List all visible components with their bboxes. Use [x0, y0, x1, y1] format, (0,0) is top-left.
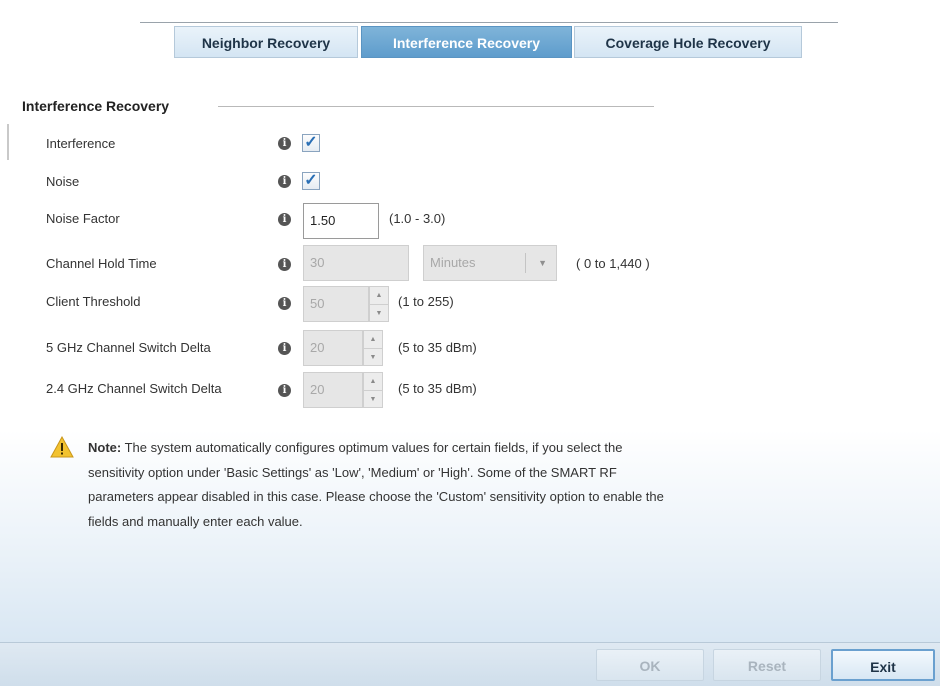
ghz5-delta-range: (5 to 35 dBm)	[398, 340, 477, 355]
chevron-down-icon: ▼	[538, 258, 547, 268]
info-icon[interactable]: i	[278, 258, 291, 271]
ghz24-delta-label: 2.4 GHz Channel Switch Delta	[46, 381, 222, 396]
ghz5-delta-label: 5 GHz Channel Switch Delta	[46, 340, 211, 355]
noise-factor-range: (1.0 - 3.0)	[389, 211, 446, 226]
channel-hold-time-range: ( 0 to 1,440 )	[576, 256, 650, 271]
info-icon[interactable]: i	[278, 137, 291, 150]
section-title: Interference Recovery	[22, 98, 170, 114]
noise-factor-label: Noise Factor	[46, 211, 120, 226]
channel-hold-time-unit-select[interactable]: Minutes ▼	[423, 245, 557, 281]
note-prefix: Note:	[88, 440, 122, 455]
info-icon[interactable]: i	[278, 342, 291, 355]
stepper-down-icon[interactable]: ▼	[370, 305, 388, 322]
ok-button[interactable]: OK	[596, 649, 704, 681]
stepper-down-icon[interactable]: ▼	[364, 349, 382, 366]
section-divider	[218, 106, 654, 107]
channel-hold-time-label: Channel Hold Time	[46, 256, 157, 271]
warning-icon	[50, 436, 74, 458]
stepper-up-icon[interactable]: ▲	[370, 287, 388, 305]
stepper-down-icon[interactable]: ▼	[364, 391, 382, 408]
tab-bar-rule	[140, 22, 838, 23]
client-threshold-stepper[interactable]: ▲ ▼	[369, 286, 389, 322]
noise-label: Noise	[46, 174, 80, 189]
stepper-up-icon[interactable]: ▲	[364, 373, 382, 391]
tab-neighbor-recovery[interactable]: Neighbor Recovery	[174, 26, 358, 58]
ghz24-delta-input[interactable]: 20	[303, 372, 363, 408]
stepper-up-icon[interactable]: ▲	[364, 331, 382, 349]
interference-label: Interference	[46, 136, 116, 151]
ghz5-delta-input[interactable]: 20	[303, 330, 363, 366]
info-icon[interactable]: i	[278, 213, 291, 226]
info-icon[interactable]: i	[278, 384, 291, 397]
note-body: The system automatically configures opti…	[88, 440, 664, 529]
note-text: Note: The system automatically configure…	[88, 436, 668, 534]
channel-hold-time-input[interactable]: 30	[303, 245, 409, 281]
client-threshold-label: Client Threshold	[46, 294, 141, 309]
select-separator	[525, 253, 526, 273]
unit-select-value: Minutes	[430, 255, 476, 270]
left-edge-marker	[7, 124, 9, 160]
tab-interference-recovery[interactable]: Interference Recovery	[361, 26, 572, 58]
info-icon[interactable]: i	[278, 175, 291, 188]
noise-checkbox[interactable]: ✓	[302, 172, 320, 190]
client-threshold-range: (1 to 255)	[398, 294, 454, 309]
info-icon[interactable]: i	[278, 297, 291, 310]
exit-button[interactable]: Exit	[831, 649, 935, 681]
tab-coverage-hole-recovery[interactable]: Coverage Hole Recovery	[574, 26, 802, 58]
noise-factor-input[interactable]: 1.50	[303, 203, 379, 239]
ghz24-delta-stepper[interactable]: ▲ ▼	[363, 372, 383, 408]
interference-checkbox[interactable]: ✓	[302, 134, 320, 152]
reset-button[interactable]: Reset	[713, 649, 821, 681]
ghz5-delta-stepper[interactable]: ▲ ▼	[363, 330, 383, 366]
client-threshold-input[interactable]: 50	[303, 286, 369, 322]
ghz24-delta-range: (5 to 35 dBm)	[398, 381, 477, 396]
